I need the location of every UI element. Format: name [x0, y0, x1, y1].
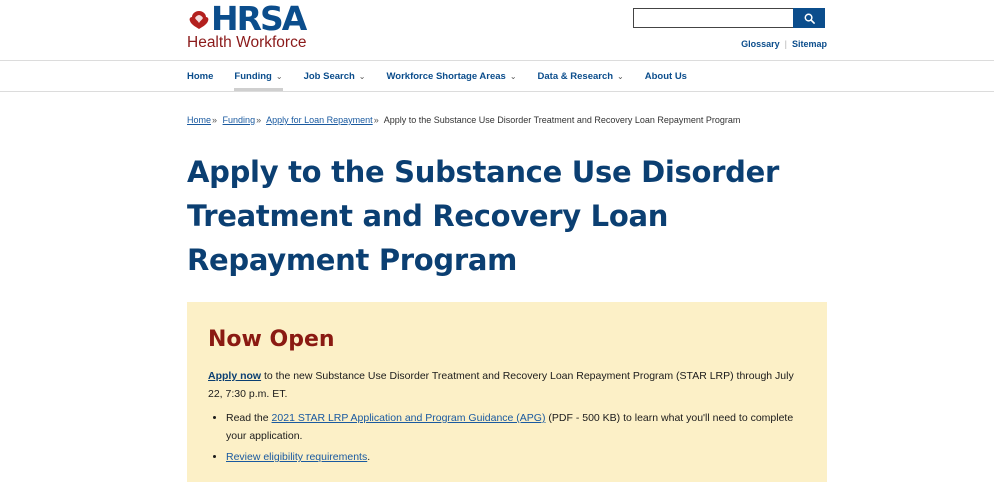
hrsa-logo[interactable]: HRSA Health Workforce	[187, 2, 357, 54]
nav-funding[interactable]: Funding ⌄	[234, 61, 283, 91]
eligibility-requirements-link[interactable]: Review eligibility requirements	[226, 451, 367, 463]
main-nav: Home Funding ⌄ Job Search ⌄ Workforce Shor…	[0, 61, 994, 92]
sitemap-link[interactable]: Sitemap	[792, 39, 827, 49]
logo-subtitle: Health Workforce	[187, 34, 307, 51]
site-header: HRSA Health Workforce Glossary | Sitemap	[0, 0, 994, 61]
list-item: Read the 2021 STAR LRP Application and P…	[226, 409, 806, 445]
search-button[interactable]	[793, 8, 825, 28]
util-divider: |	[784, 39, 787, 49]
search-icon	[804, 13, 815, 24]
nav-label: About Us	[644, 70, 687, 82]
site-search	[633, 8, 827, 28]
search-input[interactable]	[633, 8, 793, 28]
glossary-link[interactable]: Glossary	[741, 39, 780, 49]
breadcrumb-apply-loan-repayment[interactable]: Apply for Loan Repayment	[266, 115, 373, 125]
nav-workforce-shortage-areas[interactable]: Workforce Shortage Areas ⌄	[387, 61, 517, 91]
breadcrumb-separator: »	[256, 115, 262, 125]
chevron-down-icon: ⌄	[358, 71, 366, 81]
hhs-eagle-icon	[189, 11, 209, 29]
nav-label: Home	[187, 70, 214, 82]
utility-links: Glossary | Sitemap	[741, 39, 827, 49]
nav-about-us[interactable]: About Us	[645, 61, 687, 91]
nav-label: Funding	[234, 70, 272, 82]
breadcrumb-current: Apply to the Substance Use Disorder Trea…	[383, 115, 741, 125]
nav-data-research[interactable]: Data & Research ⌄	[538, 61, 624, 91]
nav-job-search[interactable]: Job Search ⌄	[304, 61, 366, 91]
nav-label: Data & Research	[537, 70, 614, 82]
breadcrumb-separator: »	[212, 115, 218, 125]
alert-list: Read the 2021 STAR LRP Application and P…	[208, 409, 806, 466]
breadcrumb-home[interactable]: Home	[187, 115, 211, 125]
breadcrumb-funding[interactable]: Funding	[223, 115, 256, 125]
chevron-down-icon: ⌄	[509, 71, 517, 81]
chevron-down-icon: ⌄	[617, 71, 624, 81]
breadcrumb-separator: »	[373, 115, 379, 125]
page-title: Apply to the Substance Use Disorder Trea…	[187, 155, 779, 277]
chevron-down-icon: ⌄	[275, 71, 283, 81]
list-item-suffix: .	[367, 451, 371, 463]
breadcrumb: Home» Funding» Apply for Loan Repayment»…	[187, 115, 827, 125]
nav-home[interactable]: Home	[187, 61, 213, 91]
list-item-prefix: Read the	[226, 412, 272, 424]
alert-paragraph: Apply now to the new Substance Use Disor…	[208, 367, 806, 403]
list-item: Review eligibility requirements.	[226, 448, 806, 466]
alert-heading: Now Open	[208, 327, 335, 352]
apg-guidance-link[interactable]: 2021 STAR LRP Application and Program Gu…	[272, 412, 546, 424]
logo-wordmark: HRSA	[211, 0, 307, 38]
now-open-alert: Now Open Apply now to the new Substance …	[187, 302, 827, 482]
nav-label: Workforce Shortage Areas	[386, 70, 506, 82]
alert-paragraph-text: to the new Substance Use Disorder Treatm…	[208, 370, 794, 400]
apply-now-link[interactable]: Apply now	[208, 370, 261, 382]
nav-label: Job Search	[303, 70, 355, 82]
